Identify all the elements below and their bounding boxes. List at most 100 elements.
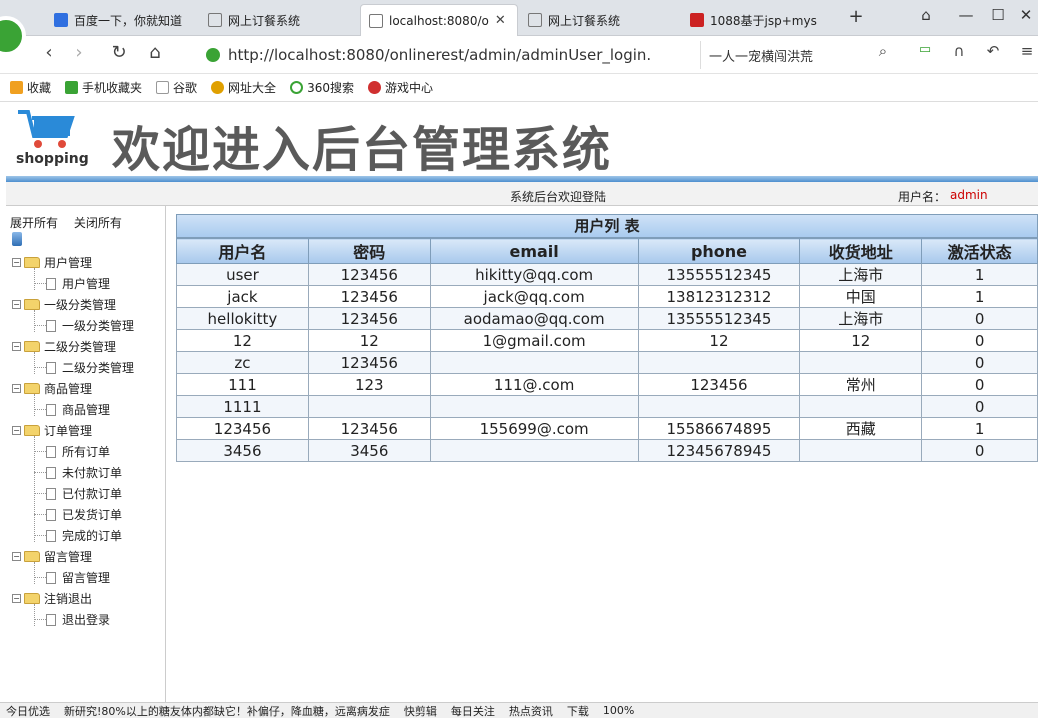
bookmark-360-search[interactable]: 360搜索 (290, 79, 354, 96)
collapse-toggle-icon[interactable]: − (12, 258, 21, 267)
page-icon (156, 81, 170, 94)
tree-group[interactable]: − 用户管理 (12, 254, 92, 271)
home-icon[interactable]: ⌂ (142, 42, 168, 63)
battery-icon[interactable]: ▭ (912, 42, 938, 57)
forward-icon[interactable]: › (66, 42, 92, 63)
browser-search-input[interactable]: 一人一宠横闯洪荒 (700, 41, 895, 69)
browser-tab-order-system[interactable]: 网上订餐系统 (200, 4, 358, 36)
tree-group[interactable]: − 二级分类管理 (12, 338, 116, 355)
collapse-toggle-icon[interactable]: − (12, 552, 21, 561)
close-window-icon[interactable]: ✕ (1016, 6, 1036, 24)
table-row[interactable]: user 123456 hikitty@qq.com 13555512345 上海市 1 (176, 263, 1038, 286)
status-item[interactable]: 热点资讯 (509, 703, 553, 718)
bookmark-google[interactable]: 谷歌 (156, 79, 197, 96)
status-item[interactable]: 下载 (567, 703, 589, 718)
tree-item[interactable]: 用户管理 (46, 275, 110, 292)
tree-group[interactable]: − 一级分类管理 (12, 296, 116, 313)
table-row[interactable]: 111 123 111@.com 123456 常州 0 (176, 373, 1038, 396)
collapse-toggle-icon[interactable]: − (12, 594, 21, 603)
table-row[interactable]: 3456 3456 12345678945 0 (176, 439, 1038, 462)
column-header[interactable]: phone (637, 238, 801, 264)
collapse-toggle-icon[interactable]: − (12, 426, 21, 435)
table-cell (429, 439, 639, 462)
tree-item[interactable]: 未付款订单 (46, 464, 122, 481)
tree-connector (34, 493, 46, 494)
collapse-toggle-icon[interactable]: − (12, 384, 21, 393)
minimize-icon[interactable]: — (956, 6, 976, 24)
tree-group[interactable]: − 订单管理 (12, 422, 92, 439)
tree-group-label: 注销退出 (44, 592, 93, 606)
bookmark-favorites[interactable]: 收藏 (10, 79, 51, 96)
collapse-all-link[interactable]: 关闭所有 (74, 216, 122, 230)
bookmark-label: 游戏中心 (384, 81, 433, 95)
shopping-cart-logo: shopping (16, 110, 89, 167)
tree-item[interactable]: 二级分类管理 (46, 359, 134, 376)
table-cell (307, 395, 431, 418)
status-item[interactable]: 快剪辑 (404, 703, 437, 718)
table-row[interactable]: 12 12 1@gmail.com 12 12 0 (176, 329, 1038, 352)
tab-label: 1088基于jsp+mys (710, 13, 817, 28)
search-icon (290, 81, 304, 94)
browser-tab-localhost[interactable]: localhost:8080/o ✕ (360, 4, 518, 36)
bookmark-game-center[interactable]: 游戏中心 (367, 79, 433, 96)
table-cell (637, 351, 801, 374)
column-header[interactable]: 激活状态 (921, 238, 1038, 264)
plus-icon[interactable]: + (846, 6, 866, 27)
browser-tab-order-system-2[interactable]: 网上订餐系统 (520, 4, 678, 36)
table-row[interactable]: 1111 0 (176, 395, 1038, 418)
browser-tab-jsp[interactable]: 1088基于jsp+mys (682, 4, 838, 36)
tree-group[interactable]: − 注销退出 (12, 590, 92, 607)
status-item[interactable]: 今日优选 (6, 703, 50, 718)
search-icon[interactable]: ⌕ (870, 42, 896, 60)
table-cell: 上海市 (799, 263, 923, 286)
expand-all-link[interactable]: 展开所有 (10, 216, 58, 230)
table-header-row: 用户名 密码 email phone 收货地址 激活状态 (176, 238, 1038, 264)
back-icon[interactable]: ‹ (36, 42, 62, 63)
table-row[interactable]: jack 123456 jack@qq.com 13812312312 中国 1 (176, 285, 1038, 308)
bookmark-url-directory[interactable]: 网址大全 (211, 79, 276, 96)
undo-icon[interactable]: ↶ (980, 42, 1006, 60)
table-row[interactable]: hellokitty 123456 aodamao@qq.com 1355551234… (176, 307, 1038, 330)
page-icon (369, 13, 383, 28)
url-input[interactable]: http://localhost:8080/onlinerest/admin/a… (196, 41, 696, 69)
column-header[interactable]: 收货地址 (799, 238, 923, 264)
tree-item[interactable]: 已发货订单 (46, 506, 122, 523)
close-tab-icon[interactable]: ✕ (495, 13, 506, 28)
status-bar: 今日优选 新研究!80%以上的糖友体内都缺它！补偏仔，降血糖，远离病发症 快剪辑 每日… (0, 702, 1038, 718)
tree-item[interactable]: 留言管理 (46, 569, 110, 586)
tree-connector (34, 577, 46, 578)
tree-item[interactable]: 退出登录 (46, 611, 110, 628)
reload-icon[interactable]: ↻ (106, 42, 132, 63)
shirt-icon[interactable]: ⌂ (916, 6, 936, 24)
bookmark-mobile[interactable]: 手机收藏夹 (65, 79, 142, 96)
tree-connector (34, 352, 35, 374)
tree-item[interactable]: 商品管理 (46, 401, 110, 418)
folder-icon (24, 383, 40, 394)
collapse-toggle-icon[interactable]: − (12, 342, 21, 351)
tree-connector (34, 472, 46, 473)
tree-group[interactable]: − 商品管理 (12, 380, 92, 397)
status-item[interactable]: 新研究!80%以上的糖友体内都缺它！补偏仔，降血糖，远离病发症 (64, 703, 390, 718)
column-header[interactable]: email (429, 238, 639, 264)
table-row[interactable]: 123456 123456 155699@.com 15586674895 西藏 1 (176, 417, 1038, 440)
table-cell: 1 (921, 263, 1038, 286)
column-header[interactable]: 密码 (307, 238, 431, 264)
tree-item[interactable]: 已付款订单 (46, 485, 122, 502)
tree-group-label: 一级分类管理 (44, 298, 117, 312)
browser-tab-baidu[interactable]: 百度一下，你就知道 (46, 4, 196, 36)
headphones-icon[interactable]: ∩ (946, 42, 972, 60)
menu-icon[interactable]: ≡ (1014, 42, 1038, 60)
tree-item[interactable]: 所有订单 (46, 443, 110, 460)
status-item[interactable]: 100% (603, 704, 634, 717)
tree-item[interactable]: 完成的订单 (46, 527, 122, 544)
table-cell: 上海市 (799, 307, 923, 330)
maximize-icon[interactable]: ☐ (988, 6, 1008, 24)
collapse-toggle-icon[interactable]: − (12, 300, 21, 309)
column-header[interactable]: 用户名 (176, 238, 309, 264)
tree-connector (34, 604, 35, 626)
tree-group[interactable]: − 留言管理 (12, 548, 92, 565)
table-row[interactable]: zc 123456 0 (176, 351, 1038, 374)
tree-item[interactable]: 一级分类管理 (46, 317, 134, 334)
page-icon (46, 445, 56, 458)
status-item[interactable]: 每日关注 (451, 703, 495, 718)
